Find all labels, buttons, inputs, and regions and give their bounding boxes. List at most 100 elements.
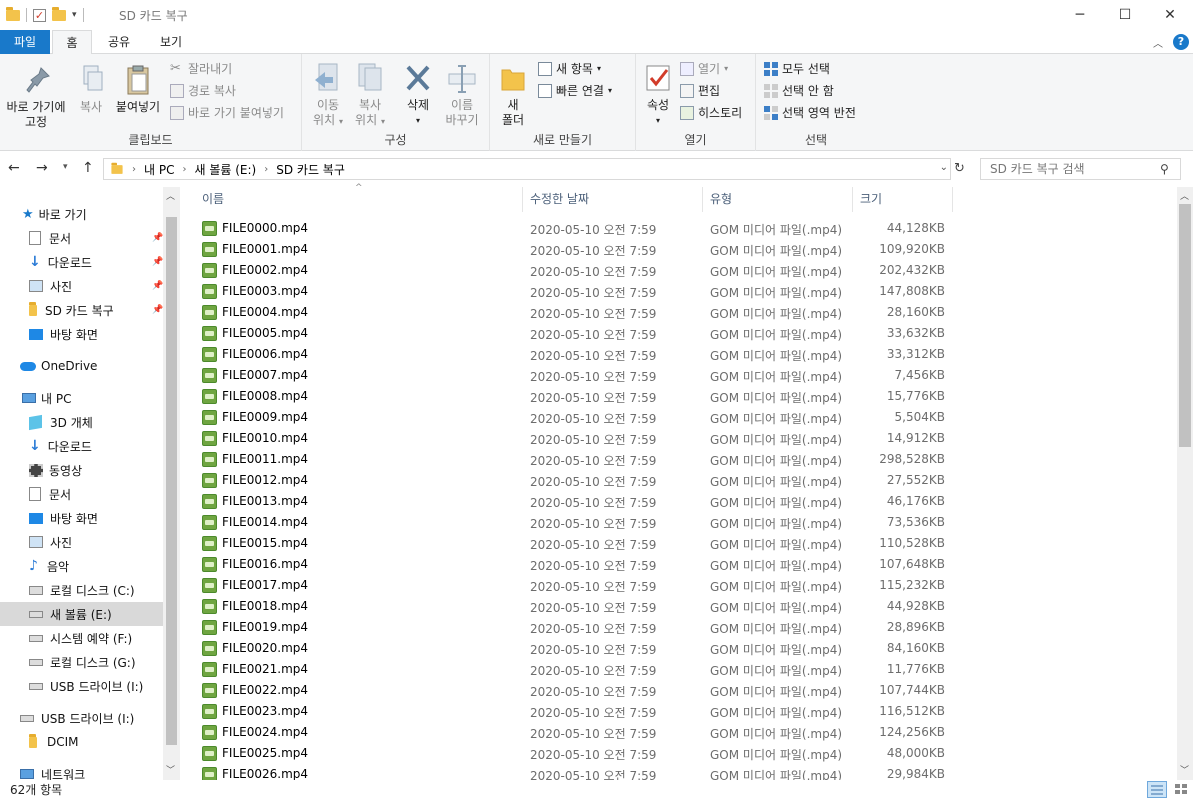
customize-qat-icon[interactable]: ▾: [72, 10, 77, 20]
tab-file[interactable]: 파일: [0, 30, 50, 54]
edit-button[interactable]: 편집: [680, 83, 720, 99]
cut-button[interactable]: ✂ 잘라내기: [170, 61, 232, 77]
nav-usb-drive[interactable]: USB 드라이브 (I:): [0, 706, 163, 730]
tab-home[interactable]: 홈: [52, 30, 92, 55]
scroll-up-icon[interactable]: ︿: [166, 189, 175, 202]
nav-usb-dcim[interactable]: DCIM: [0, 730, 163, 754]
forward-arrow-icon[interactable]: →: [36, 160, 48, 176]
breadcrumb-chevron-icon[interactable]: ›: [132, 164, 136, 175]
pin-icon[interactable]: 📌: [152, 257, 163, 267]
file-row[interactable]: FILE0012.mp4 2020-05-10 오전 7:59 GOM 미디어 파일…: [195, 470, 955, 491]
nav-network[interactable]: 네트워크: [0, 762, 163, 780]
scroll-down-icon[interactable]: ﹀: [1180, 763, 1189, 776]
file-row[interactable]: FILE0016.mp4 2020-05-10 오전 7:59 GOM 미디어 파일…: [195, 554, 955, 575]
up-arrow-icon[interactable]: ↑: [82, 160, 94, 176]
file-scroll-thumb[interactable]: [1179, 204, 1191, 447]
column-date[interactable]: 수정한 날짜: [523, 187, 703, 212]
copy-to-button[interactable]: 복사 위치 ▾: [350, 62, 390, 129]
details-view-icon[interactable]: [1147, 781, 1167, 798]
invert-selection-button[interactable]: 선택 영역 반전: [764, 105, 856, 121]
nav-pc-system-reserved-f[interactable]: 시스템 예약 (F:): [0, 626, 163, 650]
pin-icon[interactable]: 📌: [152, 233, 163, 243]
breadcrumb-current-folder[interactable]: SD 카드 복구: [276, 161, 345, 178]
file-row[interactable]: FILE0026.mp4 2020-05-10 오전 7:59 GOM 미디어 파일…: [195, 764, 955, 780]
nav-qa-sd-recovery[interactable]: SD 카드 복구 📌: [0, 298, 163, 322]
maximize-button[interactable]: ☐: [1102, 0, 1148, 30]
search-input[interactable]: SD 카드 복구 검색: [980, 158, 1181, 180]
file-row[interactable]: FILE0004.mp4 2020-05-10 오전 7:59 GOM 미디어 파일…: [195, 302, 955, 323]
file-row[interactable]: FILE0017.mp4 2020-05-10 오전 7:59 GOM 미디어 파일…: [195, 575, 955, 596]
move-to-button[interactable]: 이동 위치 ▾: [308, 62, 348, 129]
pin-icon[interactable]: 📌: [152, 305, 163, 315]
file-row[interactable]: FILE0019.mp4 2020-05-10 오전 7:59 GOM 미디어 파일…: [195, 617, 955, 638]
tab-view[interactable]: 보기: [150, 30, 192, 54]
file-row[interactable]: FILE0015.mp4 2020-05-10 오전 7:59 GOM 미디어 파일…: [195, 533, 955, 554]
file-row[interactable]: FILE0025.mp4 2020-05-10 오전 7:59 GOM 미디어 파일…: [195, 743, 955, 764]
close-button[interactable]: ✕: [1147, 0, 1193, 30]
file-row[interactable]: FILE0013.mp4 2020-05-10 오전 7:59 GOM 미디어 파일…: [195, 491, 955, 512]
tab-share[interactable]: 공유: [98, 30, 140, 54]
address-box[interactable]: › 내 PC › 새 볼륨 (E:) › SD 카드 복구 ⌄: [103, 158, 951, 180]
column-type[interactable]: 유형: [703, 187, 853, 212]
new-folder-button[interactable]: 새 폴더: [496, 62, 530, 128]
file-row[interactable]: FILE0001.mp4 2020-05-10 오전 7:59 GOM 미디어 파일…: [195, 239, 955, 260]
file-row[interactable]: FILE0022.mp4 2020-05-10 오전 7:59 GOM 미디어 파일…: [195, 680, 955, 701]
nav-pc-3d-objects[interactable]: 3D 개체: [0, 410, 163, 434]
file-row[interactable]: FILE0021.mp4 2020-05-10 오전 7:59 GOM 미디어 파일…: [195, 659, 955, 680]
nav-qa-documents[interactable]: 문서 📌: [0, 226, 163, 250]
paste-button[interactable]: 붙여넣기: [112, 64, 164, 115]
file-row[interactable]: FILE0003.mp4 2020-05-10 오전 7:59 GOM 미디어 파일…: [195, 281, 955, 302]
history-button[interactable]: 히스토리: [680, 105, 742, 121]
file-row[interactable]: FILE0007.mp4 2020-05-10 오전 7:59 GOM 미디어 파일…: [195, 365, 955, 386]
collapse-ribbon-icon[interactable]: ︿: [1153, 35, 1163, 50]
pin-icon[interactable]: 📌: [152, 281, 163, 291]
nav-pc-local-disk-g[interactable]: 로컬 디스크 (G:): [0, 650, 163, 674]
delete-button[interactable]: 삭제 ▾: [400, 62, 436, 128]
nav-quick-access[interactable]: ★ 바로 가기: [0, 202, 163, 226]
nav-pc-music[interactable]: ♪ 음악: [0, 554, 163, 578]
select-all-button[interactable]: 모두 선택: [764, 61, 830, 77]
new-item-button[interactable]: 새 항목 ▾: [538, 61, 601, 77]
refresh-icon[interactable]: ↻: [954, 161, 965, 176]
copy-button[interactable]: 복사: [74, 64, 108, 115]
nav-pc-usb-i[interactable]: USB 드라이브 (I:): [0, 674, 163, 698]
file-row[interactable]: FILE0014.mp4 2020-05-10 오전 7:59 GOM 미디어 파일…: [195, 512, 955, 533]
nav-pc-videos[interactable]: 동영상: [0, 458, 163, 482]
breadcrumb-drive-e[interactable]: 새 볼륨 (E:): [194, 161, 256, 178]
rename-button[interactable]: 이름 바꾸기: [440, 62, 484, 128]
file-row[interactable]: FILE0002.mp4 2020-05-10 오전 7:59 GOM 미디어 파일…: [195, 260, 955, 281]
nav-pc-downloads[interactable]: ↓ 다운로드: [0, 434, 163, 458]
pin-quick-access-button[interactable]: 바로 가기에 고정: [2, 64, 70, 130]
breadcrumb-this-pc[interactable]: 내 PC: [144, 161, 174, 178]
address-dropdown-icon[interactable]: ⌄: [940, 162, 948, 173]
file-row[interactable]: FILE0018.mp4 2020-05-10 오전 7:59 GOM 미디어 파일…: [195, 596, 955, 617]
nav-onedrive[interactable]: OneDrive: [0, 354, 163, 378]
select-none-button[interactable]: 선택 안 함: [764, 83, 834, 99]
file-row[interactable]: FILE0010.mp4 2020-05-10 오전 7:59 GOM 미디어 파일…: [195, 428, 955, 449]
minimize-button[interactable]: ─: [1057, 0, 1103, 30]
file-row[interactable]: FILE0005.mp4 2020-05-10 오전 7:59 GOM 미디어 파일…: [195, 323, 955, 344]
nav-qa-downloads[interactable]: ↓ 다운로드 📌: [0, 250, 163, 274]
file-row[interactable]: FILE0023.mp4 2020-05-10 오전 7:59 GOM 미디어 파일…: [195, 701, 955, 722]
file-row[interactable]: FILE0008.mp4 2020-05-10 오전 7:59 GOM 미디어 파일…: [195, 386, 955, 407]
recent-locations-icon[interactable]: ▾: [63, 162, 68, 172]
nav-scroll-thumb[interactable]: [166, 217, 177, 745]
file-row[interactable]: FILE0006.mp4 2020-05-10 오전 7:59 GOM 미디어 파일…: [195, 344, 955, 365]
nav-this-pc[interactable]: 내 PC: [0, 386, 163, 410]
nav-pc-documents[interactable]: 문서: [0, 482, 163, 506]
help-icon[interactable]: ?: [1173, 34, 1189, 50]
properties-icon[interactable]: ✓: [33, 8, 46, 22]
easy-access-button[interactable]: 빠른 연결 ▾: [538, 83, 612, 99]
copy-path-button[interactable]: 경로 복사: [170, 83, 236, 99]
file-row[interactable]: FILE0024.mp4 2020-05-10 오전 7:59 GOM 미디어 파일…: [195, 722, 955, 743]
new-folder-icon[interactable]: [52, 6, 66, 21]
file-row[interactable]: FILE0000.mp4 2020-05-10 오전 7:59 GOM 미디어 파일…: [195, 218, 955, 239]
back-arrow-icon[interactable]: ←: [8, 160, 20, 176]
properties-button[interactable]: 속성 ▾: [640, 62, 676, 128]
search-icon[interactable]: ⚲: [1160, 162, 1169, 176]
large-icons-view-icon[interactable]: [1172, 781, 1190, 798]
nav-pc-local-disk-c[interactable]: 로컬 디스크 (C:): [0, 578, 163, 602]
file-list-scrollbar[interactable]: ︿ ﹀: [1177, 187, 1193, 780]
nav-scrollbar[interactable]: ︿ ﹀: [163, 187, 180, 780]
open-button[interactable]: 열기 ▾: [680, 61, 728, 77]
